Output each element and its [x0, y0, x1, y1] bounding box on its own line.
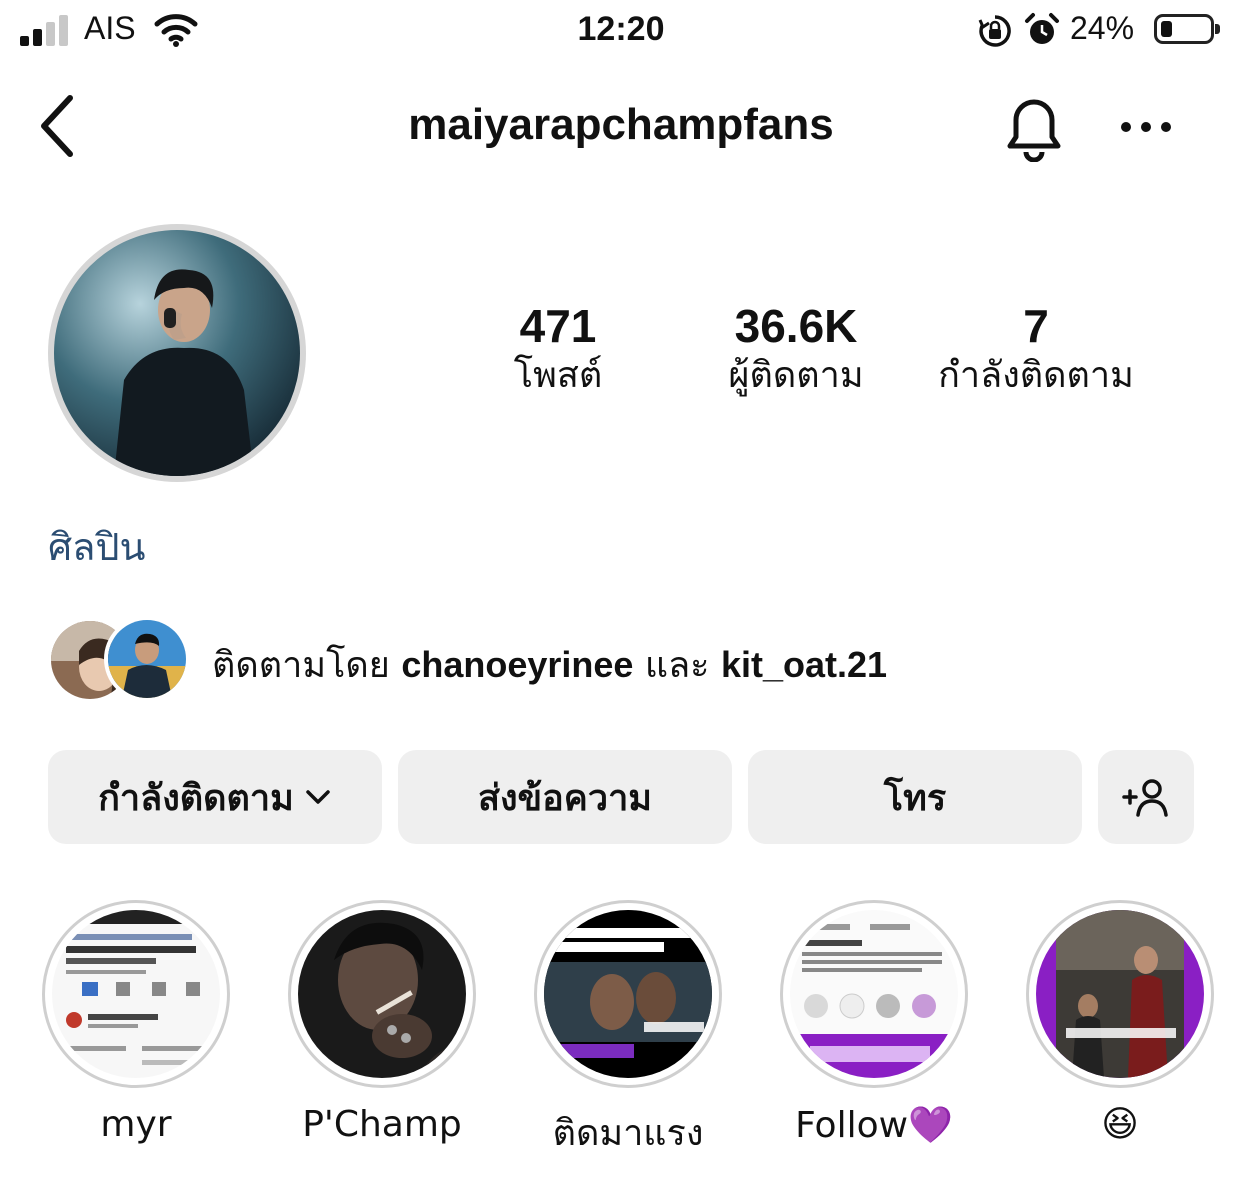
highlight-cover[interactable] [534, 900, 722, 1088]
followed-by-prefix: ติดตามโดย [212, 645, 390, 686]
highlight-item[interactable] [780, 900, 968, 1088]
following-button-label: กำลังติดตาม [98, 777, 294, 819]
battery-icon [1154, 14, 1220, 44]
stat-posts[interactable]: 471 โพสต์ [478, 298, 638, 398]
call-button[interactable]: โทร [748, 750, 1082, 844]
highlight-label: myr [100, 1104, 172, 1145]
mutual-username-2[interactable]: kit_oat.21 [721, 644, 887, 685]
more-dots-icon[interactable] [1118, 112, 1174, 142]
avatar[interactable] [54, 230, 300, 476]
status-bar: AIS 12:20 24% [0, 0, 1242, 64]
message-button[interactable]: ส่งข้อความ [398, 750, 732, 844]
battery-percent: 24% [1070, 10, 1135, 46]
rotation-lock-icon [978, 15, 1011, 47]
highlight-cover[interactable] [288, 900, 476, 1088]
add-user-icon [1122, 779, 1168, 817]
stat-following[interactable]: 7 กำลังติดตาม [916, 298, 1156, 398]
message-button-label: ส่งข้อความ [477, 777, 653, 819]
following-button[interactable]: กำลังติดตาม [48, 750, 382, 844]
followed-by-conjunction: และ [644, 645, 710, 686]
alarm-icon [1025, 13, 1059, 44]
highlight-label: P'Champ [302, 1104, 462, 1145]
following-label: กำลังติดตาม [938, 355, 1134, 396]
posts-count: 471 [519, 300, 597, 352]
followers-count: 36.6K [734, 300, 858, 352]
posts-label: โพสต์ [513, 355, 603, 396]
followers-label: ผู้ติดตาม [728, 355, 864, 396]
mutual-username-1[interactable]: chanoeyrinee [401, 644, 633, 685]
highlight-item[interactable] [42, 900, 230, 1088]
stat-followers[interactable]: 36.6K ผู้ติดตาม [706, 298, 886, 398]
highlight-cover[interactable] [780, 900, 968, 1088]
mutual-follower-avatar[interactable] [104, 616, 190, 702]
chevron-down-icon [306, 790, 330, 804]
call-button-label: โทร [883, 777, 947, 819]
highlight-item[interactable] [288, 900, 476, 1088]
highlight-cover[interactable] [42, 900, 230, 1088]
highlight-item[interactable] [1026, 900, 1214, 1088]
category-label: ศิลปิน [48, 525, 146, 569]
highlight-label: Follow💜 [795, 1105, 953, 1146]
bell-icon[interactable] [1000, 90, 1068, 162]
highlight-label: ติดมาแรง [552, 1113, 704, 1154]
followed-by-text[interactable]: ติดตามโดย chanoeyrinee และ kit_oat.21 [212, 636, 887, 693]
highlight-label: 😆 [1101, 1104, 1139, 1145]
following-count: 7 [1023, 300, 1049, 352]
add-user-button[interactable] [1098, 750, 1194, 844]
highlight-item[interactable] [534, 900, 722, 1088]
highlight-cover[interactable] [1026, 900, 1214, 1088]
